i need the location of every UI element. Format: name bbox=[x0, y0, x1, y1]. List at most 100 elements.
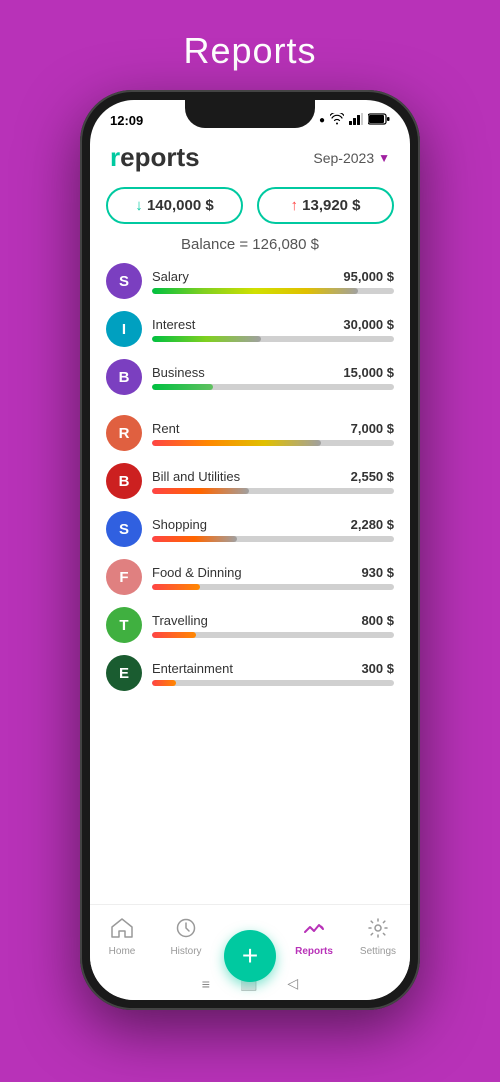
category-icon: S bbox=[106, 263, 142, 299]
nav-history[interactable]: History bbox=[154, 918, 218, 957]
nav-reports-label: Reports bbox=[295, 946, 333, 957]
category-amount: 2,550 $ bbox=[351, 469, 394, 484]
list-item: S Salary 95,000 $ bbox=[106, 263, 394, 299]
progress-track bbox=[152, 488, 394, 494]
progress-track bbox=[152, 680, 394, 686]
list-item: B Business 15,000 $ bbox=[106, 359, 394, 395]
status-time: 12:09 bbox=[110, 113, 143, 128]
items-list: S Salary 95,000 $ I Interest 30,000 $ bbox=[90, 263, 410, 904]
progress-track bbox=[152, 536, 394, 542]
category-name: Business bbox=[152, 365, 205, 380]
category-details: Business 15,000 $ bbox=[152, 365, 394, 390]
history-icon bbox=[176, 918, 196, 944]
progress-fill bbox=[152, 440, 321, 446]
category-details: Entertainment 300 $ bbox=[152, 661, 394, 686]
category-name: Interest bbox=[152, 317, 195, 332]
progress-fill bbox=[152, 336, 261, 342]
category-name: Rent bbox=[152, 421, 179, 436]
list-item: I Interest 30,000 $ bbox=[106, 311, 394, 347]
category-icon: S bbox=[106, 511, 142, 547]
expense-arrow-icon: ↑ bbox=[290, 197, 298, 214]
list-item: S Shopping 2,280 $ bbox=[106, 511, 394, 547]
category-details: Shopping 2,280 $ bbox=[152, 517, 394, 542]
record-icon: ● bbox=[319, 115, 325, 126]
phone-frame: 12:09 ● bbox=[80, 90, 420, 1010]
progress-fill bbox=[152, 288, 358, 294]
section-divider bbox=[106, 407, 394, 415]
progress-fill bbox=[152, 536, 237, 542]
home-icon bbox=[111, 918, 133, 944]
nav-settings-label: Settings bbox=[360, 946, 396, 957]
category-icon: I bbox=[106, 311, 142, 347]
app-title-text: reports bbox=[110, 142, 200, 173]
category-amount: 15,000 $ bbox=[343, 365, 394, 380]
category-top-row: Food & Dinning 930 $ bbox=[152, 565, 394, 580]
nav-home-label: Home bbox=[109, 946, 136, 957]
category-icon: B bbox=[106, 463, 142, 499]
nav-reports[interactable]: Reports bbox=[282, 918, 346, 957]
summary-row: ↓ 140,000 $ ↑ 13,920 $ bbox=[90, 183, 410, 232]
category-amount: 2,280 $ bbox=[351, 517, 394, 532]
category-details: Travelling 800 $ bbox=[152, 613, 394, 638]
category-details: Rent 7,000 $ bbox=[152, 421, 394, 446]
add-icon: + bbox=[242, 940, 258, 972]
progress-track bbox=[152, 336, 394, 342]
signal-icon bbox=[349, 113, 363, 128]
progress-track bbox=[152, 632, 394, 638]
progress-fill bbox=[152, 384, 213, 390]
income-button[interactable]: ↓ 140,000 $ bbox=[106, 187, 243, 224]
category-icon: B bbox=[106, 359, 142, 395]
progress-track bbox=[152, 384, 394, 390]
category-top-row: Interest 30,000 $ bbox=[152, 317, 394, 332]
income-value: 140,000 $ bbox=[147, 197, 214, 214]
progress-track bbox=[152, 288, 394, 294]
progress-fill bbox=[152, 488, 249, 494]
income-section: S Salary 95,000 $ I Interest 30,000 $ bbox=[106, 263, 394, 395]
status-icons: ● bbox=[319, 113, 390, 128]
progress-fill bbox=[152, 632, 196, 638]
menu-icon: ≡ bbox=[202, 976, 210, 992]
category-icon: F bbox=[106, 559, 142, 595]
battery-icon bbox=[368, 113, 390, 128]
list-item: R Rent 7,000 $ bbox=[106, 415, 394, 451]
app-header: reports Sep-2023 ▼ bbox=[90, 136, 410, 183]
nav-settings[interactable]: Settings bbox=[346, 918, 410, 957]
nav-history-label: History bbox=[170, 946, 201, 957]
category-top-row: Bill and Utilities 2,550 $ bbox=[152, 469, 394, 484]
income-arrow-icon: ↓ bbox=[135, 197, 143, 214]
list-item: E Entertainment 300 $ bbox=[106, 655, 394, 691]
date-label: Sep-2023 bbox=[313, 150, 374, 166]
category-amount: 7,000 $ bbox=[351, 421, 394, 436]
add-button[interactable]: + bbox=[224, 930, 276, 982]
title-rest: eports bbox=[120, 142, 199, 172]
category-top-row: Business 15,000 $ bbox=[152, 365, 394, 380]
category-details: Food & Dinning 930 $ bbox=[152, 565, 394, 590]
nav-home[interactable]: Home bbox=[90, 918, 154, 957]
category-name: Shopping bbox=[152, 517, 207, 532]
progress-track bbox=[152, 440, 394, 446]
category-top-row: Entertainment 300 $ bbox=[152, 661, 394, 676]
category-amount: 300 $ bbox=[361, 661, 394, 676]
page-title: Reports bbox=[183, 30, 316, 72]
category-amount: 800 $ bbox=[361, 613, 394, 628]
list-item: B Bill and Utilities 2,550 $ bbox=[106, 463, 394, 499]
chevron-down-icon: ▼ bbox=[378, 151, 390, 165]
progress-fill bbox=[152, 584, 200, 590]
category-icon: R bbox=[106, 415, 142, 451]
date-selector[interactable]: Sep-2023 ▼ bbox=[313, 150, 390, 166]
back-triangle-icon: ◁ bbox=[287, 975, 298, 992]
phone-screen: 12:09 ● bbox=[90, 100, 410, 1000]
notch bbox=[185, 100, 315, 128]
category-top-row: Travelling 800 $ bbox=[152, 613, 394, 628]
expense-button[interactable]: ↑ 13,920 $ bbox=[257, 187, 394, 224]
category-name: Bill and Utilities bbox=[152, 469, 240, 484]
category-top-row: Shopping 2,280 $ bbox=[152, 517, 394, 532]
balance-row: Balance = 126,080 $ bbox=[90, 232, 410, 263]
category-name: Salary bbox=[152, 269, 189, 284]
list-item: F Food & Dinning 930 $ bbox=[106, 559, 394, 595]
category-amount: 930 $ bbox=[361, 565, 394, 580]
category-name: Travelling bbox=[152, 613, 208, 628]
balance-label: Balance = 126,080 $ bbox=[181, 236, 319, 253]
reports-icon bbox=[303, 918, 325, 944]
category-amount: 30,000 $ bbox=[343, 317, 394, 332]
